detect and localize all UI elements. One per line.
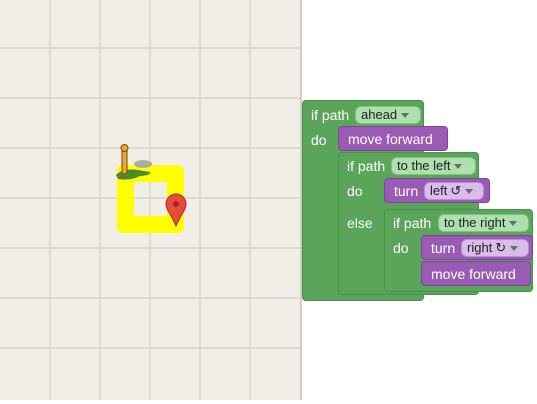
turn-direction-dropdown[interactable]: right ↻ — [461, 239, 529, 257]
blockly-workspace[interactable]: if path ahead do move forward if path to… — [302, 0, 537, 404]
dropdown-arrow-icon — [454, 164, 463, 170]
turn-direction-value: left — [430, 183, 448, 198]
dropdown-arrow-icon — [401, 113, 410, 119]
rotate-left-icon: ↺ — [450, 183, 462, 198]
else-keyword: else — [347, 215, 373, 231]
do-keyword: do — [393, 240, 409, 256]
turn-right-block[interactable]: turn right ↻ — [421, 235, 533, 260]
direction-value: to the right — [444, 215, 506, 230]
do-keyword: do — [347, 183, 363, 199]
dropdown-arrow-icon — [510, 246, 519, 252]
direction-dropdown[interactable]: to the left — [391, 157, 476, 175]
if-path-keyword: if path — [347, 158, 386, 174]
move-forward-label: move forward — [431, 266, 516, 282]
maze-svg — [0, 0, 300, 400]
turn-left-block[interactable]: turn left ↺ — [384, 178, 490, 203]
do-keyword: do — [311, 132, 327, 148]
direction-value: ahead — [361, 107, 398, 122]
dropdown-arrow-icon — [509, 221, 518, 227]
pegman-icon — [116, 144, 152, 180]
dropdown-arrow-icon — [465, 189, 474, 195]
if-path-keyword: if path — [393, 215, 432, 231]
move-forward-block[interactable]: move forward — [421, 261, 531, 286]
move-forward-label: move forward — [348, 131, 433, 147]
direction-value: to the left — [397, 158, 451, 173]
maze-grid — [0, 0, 300, 400]
direction-dropdown[interactable]: to the right — [438, 214, 529, 232]
if-path-keyword: if path — [311, 107, 350, 123]
turn-label: turn — [431, 240, 456, 256]
maze-canvas — [0, 0, 302, 400]
turn-label: turn — [394, 183, 419, 199]
direction-dropdown[interactable]: ahead — [355, 106, 421, 124]
rotate-right-icon: ↻ — [495, 240, 507, 255]
move-forward-block[interactable]: move forward — [338, 126, 448, 151]
turn-direction-dropdown[interactable]: left ↺ — [424, 182, 484, 200]
turn-direction-value: right — [467, 240, 493, 255]
